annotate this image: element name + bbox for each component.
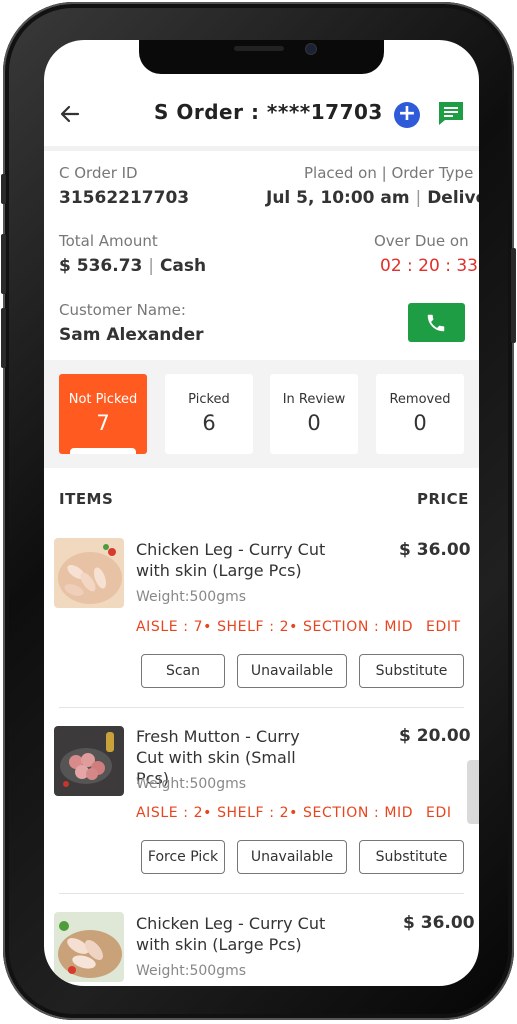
- tab-removed[interactable]: Removed 0: [376, 374, 464, 454]
- c-order-label: C Order ID: [59, 164, 138, 182]
- speaker: [234, 46, 284, 51]
- substitute-button[interactable]: Substitute: [359, 840, 464, 874]
- unavailable-button[interactable]: Unavailable: [237, 840, 347, 874]
- placed-value: Jul 5, 10:00 am | Delivery: [266, 188, 479, 208]
- app-header: S Order : ****17703 +: [44, 84, 479, 144]
- item-name: Chicken Leg - Curry Cut with skin (Large…: [136, 914, 326, 954]
- item-image: [54, 726, 124, 796]
- tab-in-review[interactable]: In Review 0: [270, 374, 358, 454]
- total-value: $ 536.73 | Cash: [59, 256, 206, 276]
- item-price: $ 20.00: [399, 726, 471, 746]
- volume-down-button: [1, 308, 6, 368]
- tab-count: 0: [413, 411, 427, 435]
- scan-button[interactable]: Scan: [141, 654, 225, 688]
- item-location: AISLE : 2• SHELF : 2• SECTION : MID: [136, 805, 414, 821]
- plus-circle-icon[interactable]: +: [394, 102, 420, 128]
- active-indicator: [70, 448, 136, 454]
- payment-method: Cash: [159, 256, 207, 276]
- scroll-handle[interactable]: [467, 760, 479, 824]
- total-label: Total Amount: [59, 232, 158, 250]
- mute-switch: [1, 174, 6, 204]
- placed-label: Placed on | Order Type: [304, 164, 474, 182]
- camera: [305, 43, 317, 55]
- power-button: [511, 248, 516, 343]
- tab-count: 6: [202, 411, 216, 435]
- items-header: ITEMS: [59, 490, 114, 508]
- tab-count: 0: [307, 411, 321, 435]
- page-title: S Order : ****17703: [154, 100, 383, 124]
- row-divider: [59, 893, 464, 894]
- item-name: Chicken Leg - Curry Cut with skin (Large…: [136, 540, 326, 580]
- tab-not-picked[interactable]: Not Picked 7: [59, 374, 147, 454]
- edit-link[interactable]: EDIT: [426, 619, 461, 635]
- tab-count: 7: [96, 411, 110, 435]
- item-weight: Weight:500gms: [136, 776, 247, 792]
- arrow-left-icon[interactable]: [58, 102, 82, 126]
- substitute-button[interactable]: Substitute: [359, 654, 464, 688]
- header-divider: [44, 146, 479, 151]
- item-image: [54, 912, 124, 982]
- phone-icon: [427, 314, 445, 332]
- status-tabs: Not Picked 7 Picked 6 In Review 0 Remove…: [44, 360, 479, 468]
- separator: |: [148, 256, 155, 276]
- tab-label: Removed: [389, 392, 451, 407]
- tab-picked[interactable]: Picked 6: [165, 374, 253, 454]
- customer-name: Sam Alexander: [59, 325, 204, 345]
- overdue-timer: 02 : 20 : 33: [380, 256, 478, 276]
- item-price: $ 36.00: [403, 913, 475, 933]
- item-image: [54, 538, 124, 608]
- row-divider: [59, 707, 464, 708]
- order-type: Delivery: [427, 188, 479, 208]
- tab-label: In Review: [282, 392, 346, 407]
- separator: |: [415, 188, 422, 208]
- call-button[interactable]: [408, 303, 465, 342]
- unavailable-button[interactable]: Unavailable: [237, 654, 347, 688]
- placed-date: Jul 5, 10:00 am: [266, 188, 410, 208]
- screen: S Order : ****17703 + C Order ID 3156221…: [44, 40, 479, 986]
- message-icon[interactable]: [437, 100, 465, 126]
- price-header: PRICE: [417, 490, 469, 508]
- item-price: $ 36.00: [399, 540, 471, 560]
- notch: [139, 40, 384, 74]
- item-weight: Weight:500gms: [136, 589, 247, 605]
- volume-up-button: [1, 234, 6, 294]
- tab-label: Picked: [188, 392, 230, 407]
- c-order-value: 31562217703: [59, 188, 190, 208]
- total-amount: $ 536.73: [59, 256, 143, 276]
- item-location: AISLE : 7• SHELF : 2• SECTION : MID: [136, 619, 414, 635]
- force-pick-button[interactable]: Force Pick: [141, 840, 225, 874]
- overdue-label: Over Due on: [374, 232, 469, 250]
- item-weight: Weight:500gms: [136, 963, 247, 979]
- edit-link[interactable]: EDI: [426, 805, 452, 821]
- customer-label: Customer Name:: [59, 301, 186, 319]
- tab-label: Not Picked: [68, 392, 138, 407]
- phone-frame: S Order : ****17703 + C Order ID 3156221…: [1, 2, 516, 1020]
